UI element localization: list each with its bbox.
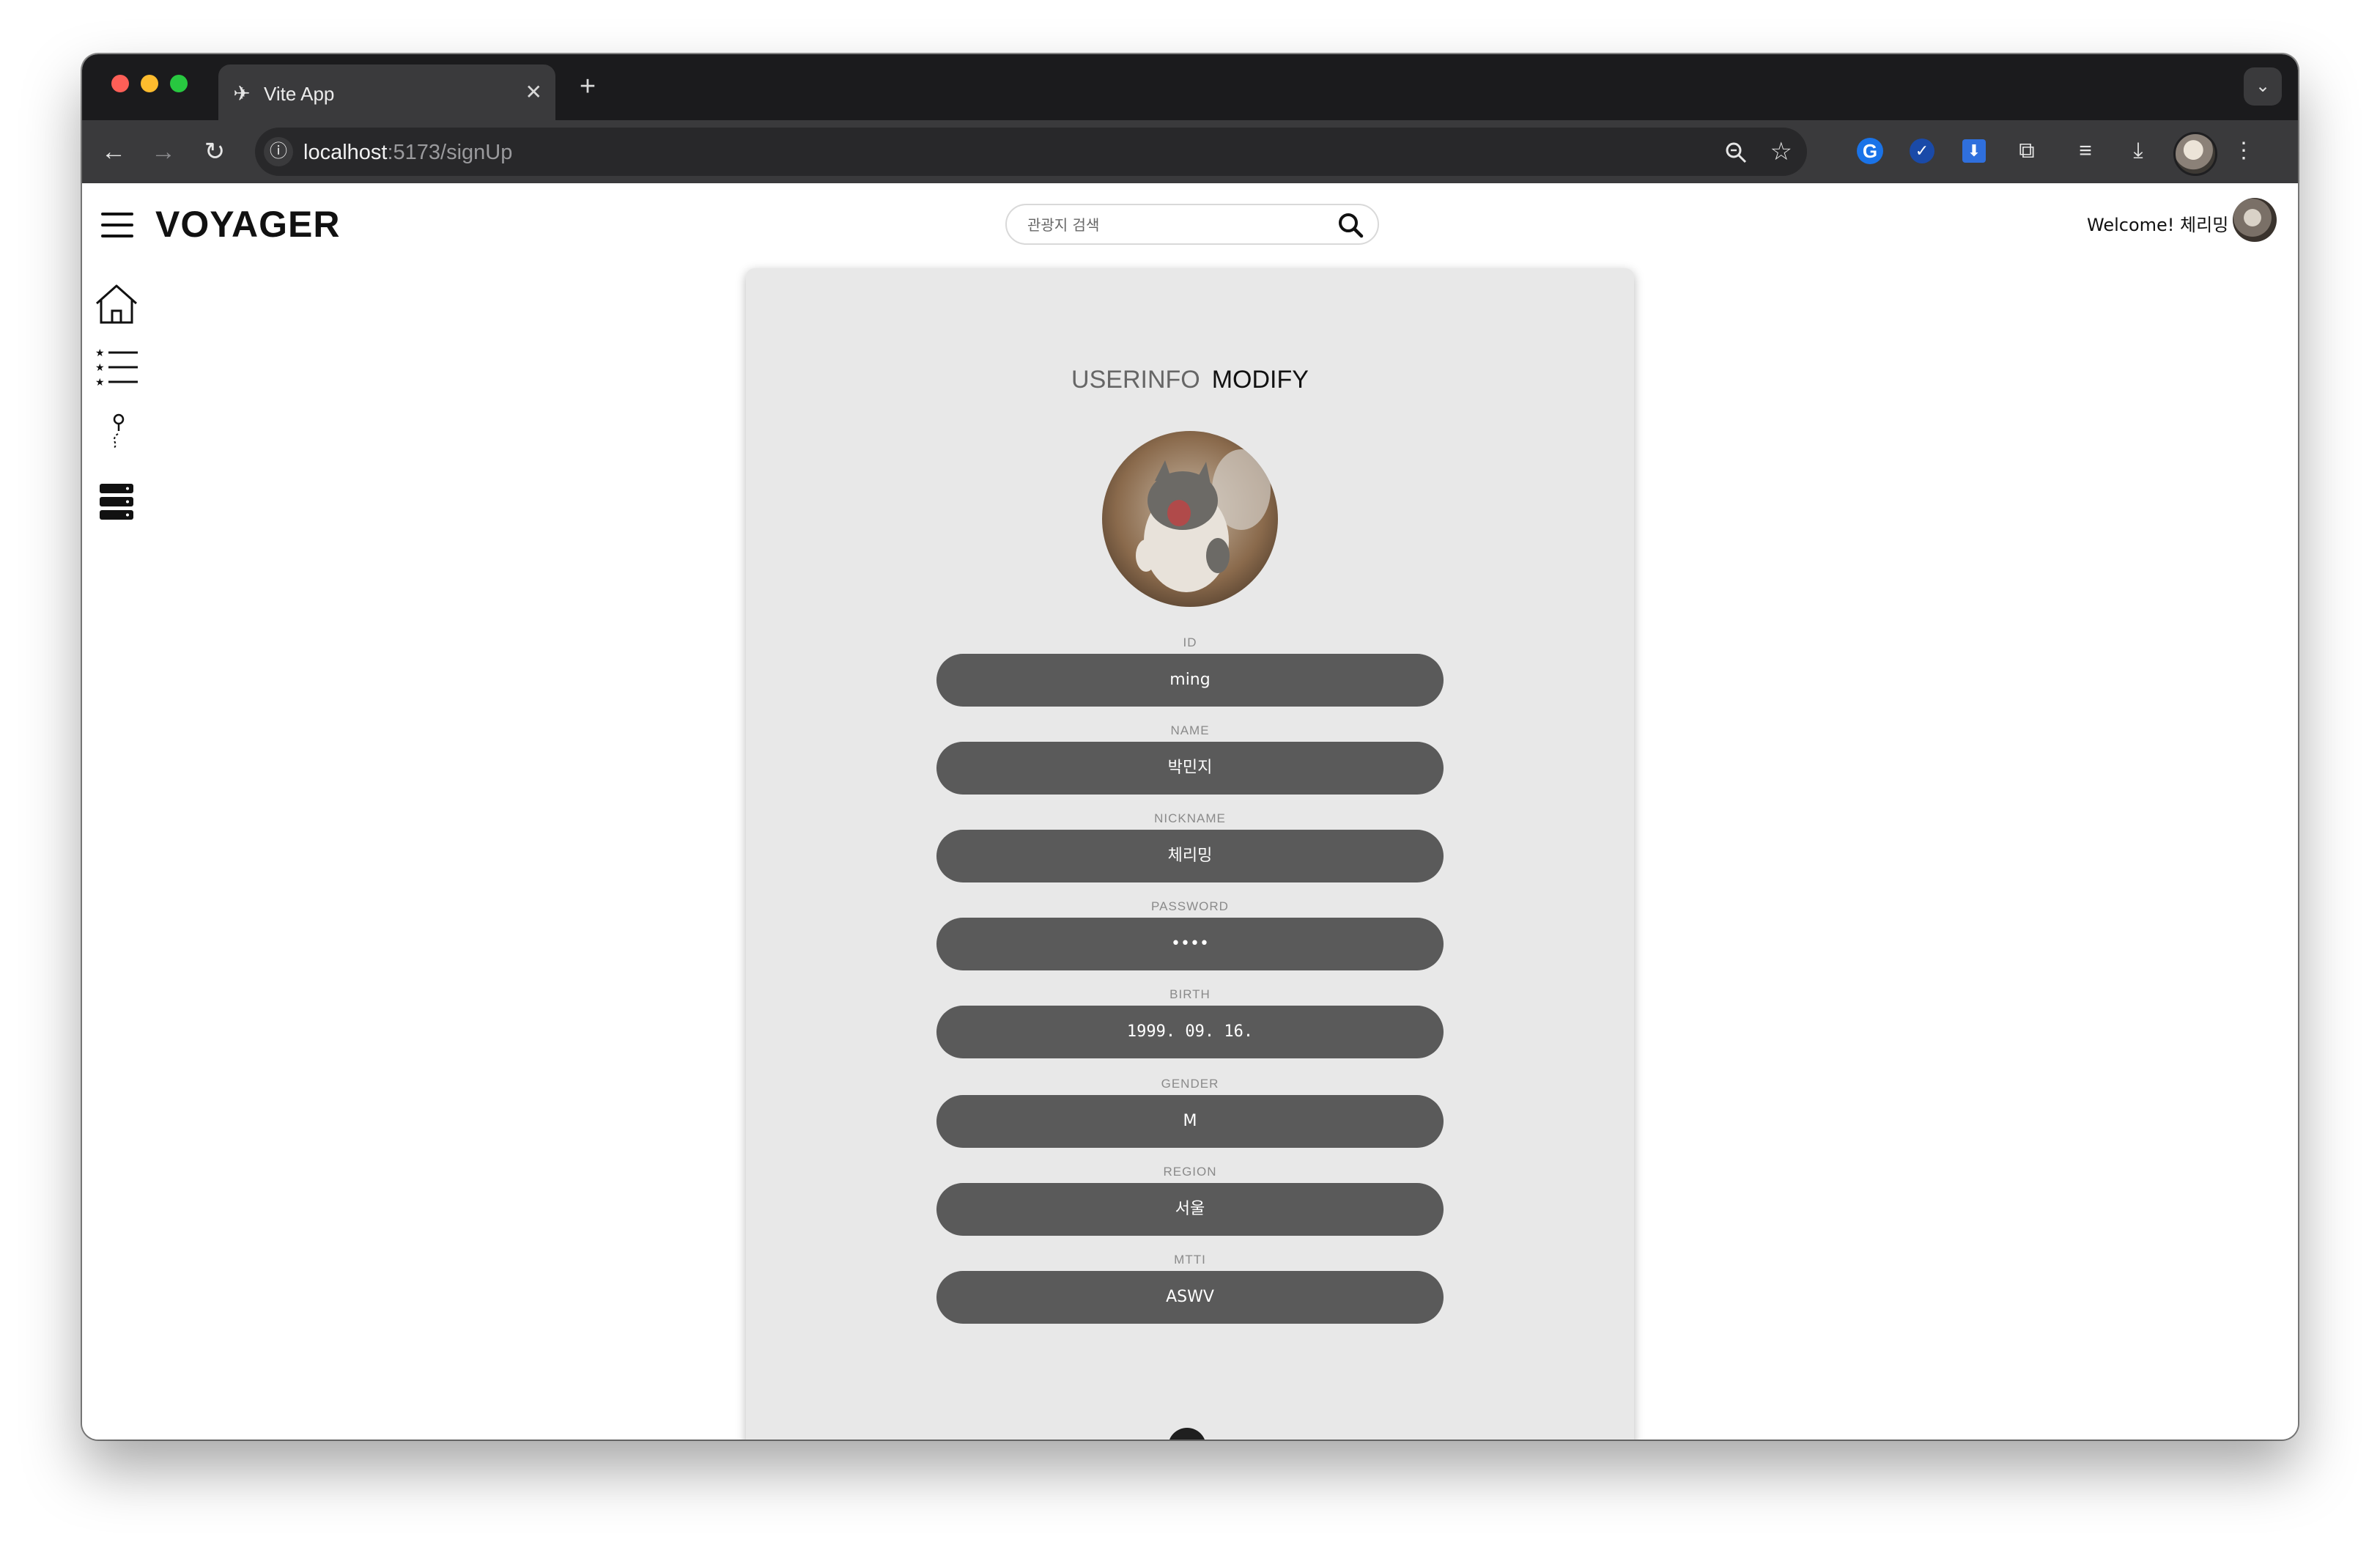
tab-bar: ✈ Vite App ✕ + ⌄ [82, 54, 2298, 120]
browser-profile-avatar[interactable] [2173, 132, 2217, 176]
url-path: :5173/signUp [387, 141, 513, 164]
userinfo-card: USERINFO MODIFY ID ming NAME 박민지 NICKNAM… [746, 268, 1634, 1440]
tab-title: Vite App [264, 83, 335, 105]
name-field[interactable]: 박민지 [936, 742, 1444, 795]
gender-field[interactable]: M [936, 1095, 1444, 1148]
gender-label: GENDER [1161, 1077, 1219, 1091]
password-label: PASSWORD [1151, 899, 1229, 913]
zoom-icon[interactable] [1723, 135, 1748, 179]
browser-toolbar: ← → ↻ ⓘ localhost:5173/signUp ☆ G ✓ ⬇ ⧉ … [82, 120, 2298, 183]
hamburger-menu-icon[interactable] [101, 213, 133, 239]
svg-text:★: ★ [95, 376, 105, 388]
region-field[interactable]: 서울 [936, 1183, 1444, 1236]
site-logo[interactable]: VOYAGER [155, 202, 340, 246]
svg-text:★: ★ [95, 361, 105, 373]
reload-icon[interactable]: ↻ [196, 133, 233, 170]
site-info-icon[interactable]: ⓘ [264, 137, 293, 166]
plane-icon: ✈ [233, 82, 251, 105]
region-label: REGION [1163, 1165, 1217, 1179]
new-tab-button[interactable]: + [572, 70, 604, 103]
database-icon[interactable] [94, 479, 139, 525]
list-icon[interactable]: ★ ★ ★ [94, 346, 139, 391]
name-label: NAME [1170, 723, 1210, 737]
downloads-icon[interactable]: ⤓ [2122, 135, 2154, 167]
location-pin-icon[interactable] [94, 410, 139, 456]
nickname-field[interactable]: 체리밍 [936, 830, 1444, 882]
browser-menu-icon[interactable]: ⋮ [2228, 135, 2260, 167]
forward-arrow-icon[interactable]: → [145, 133, 182, 170]
minimize-window-button[interactable] [141, 75, 158, 92]
url-host: localhost [303, 141, 388, 164]
bookmark-star-icon[interactable]: ☆ [1770, 135, 1792, 169]
scroll-down-button[interactable]: ∨ [1168, 1428, 1206, 1440]
media-queue-icon[interactable]: ≡ [2069, 135, 2102, 167]
birth-label: BIRTH [1169, 987, 1211, 1001]
modify-title[interactable]: MODIFY [1212, 366, 1309, 394]
address-bar[interactable]: ⓘ localhost:5173/signUp ☆ [255, 128, 1807, 176]
download-extension-icon[interactable]: ⬇ [1962, 139, 1986, 163]
url-text[interactable]: localhost:5173/signUp [303, 140, 512, 165]
check-extension-icon[interactable]: ✓ [1910, 139, 1934, 163]
tab-close-icon[interactable]: ✕ [525, 79, 542, 106]
password-field[interactable]: •••• [936, 918, 1444, 970]
welcome-text: Welcome! 체리밍 [2087, 215, 2229, 235]
mtti-field[interactable]: ASWV [936, 1271, 1444, 1324]
id-field[interactable]: ming [936, 654, 1444, 707]
page-content: VOYAGER Welcome! 체리밍 ★ ★ ★ [82, 183, 2298, 1440]
birth-field[interactable]: 1999. 09. 16. [936, 1006, 1444, 1058]
user-avatar[interactable] [2233, 198, 2277, 242]
home-icon[interactable] [94, 281, 139, 327]
card-title: USERINFO MODIFY [746, 365, 1634, 394]
search-bar [1005, 204, 1379, 245]
search-icon[interactable] [1337, 211, 1364, 239]
extensions-puzzle-icon[interactable]: ⧉ [2011, 135, 2043, 167]
userinfo-title: USERINFO [1071, 366, 1200, 394]
profile-avatar[interactable] [1102, 431, 1278, 607]
search-input[interactable] [1026, 213, 1307, 237]
grammarly-extension-icon[interactable]: G [1857, 138, 1883, 164]
svg-text:★: ★ [95, 347, 105, 358]
maximize-window-button[interactable] [170, 75, 188, 92]
tab-search-chevron-icon[interactable]: ⌄ [2244, 67, 2282, 106]
back-arrow-icon[interactable]: ← [95, 133, 132, 170]
nickname-label: NICKNAME [1154, 811, 1226, 825]
id-label: ID [1183, 635, 1197, 649]
mtti-label: MTTI [1174, 1253, 1206, 1267]
close-window-button[interactable] [111, 75, 129, 92]
tab-active[interactable]: ✈ Vite App ✕ [218, 64, 555, 120]
browser-window: ✈ Vite App ✕ + ⌄ ← → ↻ ⓘ localhost:5173/… [82, 54, 2298, 1440]
